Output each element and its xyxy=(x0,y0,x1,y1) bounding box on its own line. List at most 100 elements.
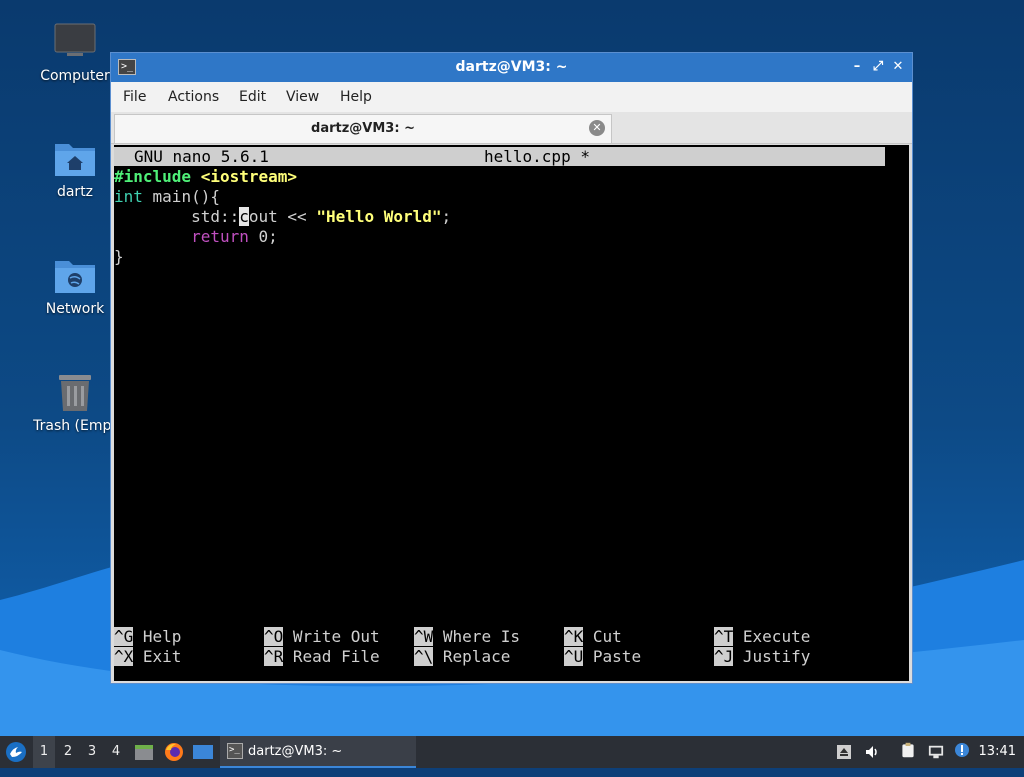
code-line-2: int main(){ xyxy=(114,187,220,207)
desktop-icon-network[interactable]: Network xyxy=(27,255,123,317)
terminal-task-icon: >_ xyxy=(227,743,243,759)
workspace-1[interactable]: 1 xyxy=(33,736,55,768)
shortcut-key: ^R xyxy=(264,647,284,666)
shortcut-action: Execute xyxy=(742,627,811,646)
window-titlebar[interactable]: >_ dartz@VM3: ~ – ⤢ ✕ xyxy=(111,53,912,82)
terminal-window: >_ dartz@VM3: ~ – ⤢ ✕ File Actions Edit … xyxy=(110,52,913,684)
desktop-icon-trash[interactable]: Trash (Empt xyxy=(27,372,123,434)
nano-title-bar: GNU nano 5.6.1 hello.cpp * xyxy=(114,147,885,166)
code-token: } xyxy=(114,247,124,266)
window-title: dartz@VM3: ~ xyxy=(455,59,568,75)
shortcut-paste[interactable]: ^U Paste xyxy=(564,647,641,667)
volume-icon[interactable] xyxy=(864,744,880,760)
firefox-icon xyxy=(165,743,183,761)
show-desktop-button[interactable] xyxy=(192,742,214,762)
taskbar: 1 2 3 4 >_ dartz@VM3: ~ 13:41 xyxy=(0,736,1024,768)
minimize-button[interactable]: – xyxy=(847,57,867,77)
shortcut-cut[interactable]: ^K Cut xyxy=(564,627,622,647)
shortcut-key: ^U xyxy=(564,647,584,666)
start-menu-button[interactable] xyxy=(4,740,28,764)
desktop-icon-computer[interactable]: Computer xyxy=(27,22,123,84)
menu-file[interactable]: File xyxy=(119,82,150,112)
shortcut-key: ^T xyxy=(714,627,734,646)
shortcut-key: ^K xyxy=(564,627,584,646)
update-notifier-icon[interactable] xyxy=(954,742,970,758)
shortcut-key: ^W xyxy=(414,627,434,646)
nano-filename: hello.cpp * xyxy=(484,147,590,166)
code-token: main(){ xyxy=(142,187,220,206)
clock[interactable]: 13:41 xyxy=(979,736,1016,768)
desktop-icon-home[interactable]: dartz xyxy=(27,138,123,200)
code-token: "Hello World" xyxy=(316,207,442,226)
shortcut-action: Cut xyxy=(592,627,622,646)
tab-close-icon[interactable]: ✕ xyxy=(589,120,605,136)
eject-tray-icon[interactable] xyxy=(836,744,852,760)
shortcut-where-is[interactable]: ^W Where Is xyxy=(414,627,520,647)
home-folder-icon xyxy=(55,144,95,176)
shortcut-execute[interactable]: ^T Execute xyxy=(714,627,810,647)
tab-terminal[interactable]: dartz@VM3: ~ ✕ xyxy=(114,114,612,143)
code-line-1: #include <iostream> xyxy=(114,167,297,187)
clipboard-icon[interactable] xyxy=(900,742,916,758)
shortcut-key: ^J xyxy=(714,647,734,666)
code-token: out << xyxy=(248,207,317,226)
shortcut-action: Justify xyxy=(742,647,811,666)
code-line-5: } xyxy=(114,247,124,267)
network-status-icon[interactable] xyxy=(928,744,944,760)
terminal-area[interactable]: GNU nano 5.6.1 hello.cpp * #include <ios… xyxy=(114,145,909,681)
tab-bar: dartz@VM3: ~ ✕ xyxy=(111,112,912,144)
shortcut-read-file[interactable]: ^R Read File xyxy=(264,647,380,667)
shortcut-replace[interactable]: ^\ Replace xyxy=(414,647,510,667)
firefox-launcher[interactable] xyxy=(163,741,185,763)
workspace-4[interactable]: 4 xyxy=(105,736,127,768)
code-line-4: return 0; xyxy=(114,227,278,247)
shortcut-action: Replace xyxy=(442,647,511,666)
shortcut-justify[interactable]: ^J Justify xyxy=(714,647,810,667)
shortcut-help[interactable]: ^G Help xyxy=(114,627,181,647)
file-manager-launcher[interactable] xyxy=(133,742,155,762)
code-line-3: std::cout << "Hello World"; xyxy=(114,207,451,227)
menu-bar: File Actions Edit View Help xyxy=(111,82,912,112)
tab-label: dartz@VM3: ~ xyxy=(311,121,415,136)
shortcut-action: Read File xyxy=(292,647,380,666)
task-label: dartz@VM3: ~ xyxy=(248,744,343,759)
text-cursor: c xyxy=(239,207,249,226)
shortcut-write-out[interactable]: ^O Write Out xyxy=(264,627,380,647)
shortcut-action: Exit xyxy=(142,647,182,666)
nano-version: GNU nano 5.6.1 xyxy=(134,147,269,166)
trash-icon xyxy=(59,375,91,411)
shortcut-action: Write Out xyxy=(292,627,380,646)
shortcut-key: ^X xyxy=(114,647,134,666)
shortcut-action: Paste xyxy=(592,647,642,666)
lubuntu-logo-icon xyxy=(6,742,26,762)
code-token: std:: xyxy=(114,207,240,226)
shortcut-action: Help xyxy=(142,627,182,646)
desktop-icon-label: Computer xyxy=(40,68,110,84)
shortcut-key: ^\ xyxy=(414,647,434,666)
network-folder-icon xyxy=(55,261,95,293)
code-token: int xyxy=(114,187,143,206)
menu-edit[interactable]: Edit xyxy=(235,82,270,112)
code-token: <iostream> xyxy=(200,167,298,186)
shortcut-exit[interactable]: ^X Exit xyxy=(114,647,181,667)
shortcut-key: ^O xyxy=(264,627,284,646)
computer-icon xyxy=(54,23,96,56)
code-token: #include xyxy=(114,167,192,186)
desktop-icon-label: Network xyxy=(45,301,105,317)
taskbar-task-terminal[interactable]: >_ dartz@VM3: ~ xyxy=(220,736,416,768)
menu-actions[interactable]: Actions xyxy=(164,82,223,112)
code-token: return xyxy=(191,227,249,246)
desktop-icon-label: Trash (Empt xyxy=(33,418,117,434)
workspace-3[interactable]: 3 xyxy=(81,736,103,768)
workspace-2[interactable]: 2 xyxy=(57,736,79,768)
code-token: 0; xyxy=(248,227,278,246)
menu-help[interactable]: Help xyxy=(336,82,376,112)
file-manager-icon xyxy=(135,745,153,760)
close-button[interactable]: ✕ xyxy=(888,57,908,77)
menu-view[interactable]: View xyxy=(282,82,323,112)
maximize-button[interactable]: ⤢ xyxy=(868,57,888,77)
code-token: ; xyxy=(441,207,452,226)
show-desktop-icon xyxy=(193,745,213,759)
